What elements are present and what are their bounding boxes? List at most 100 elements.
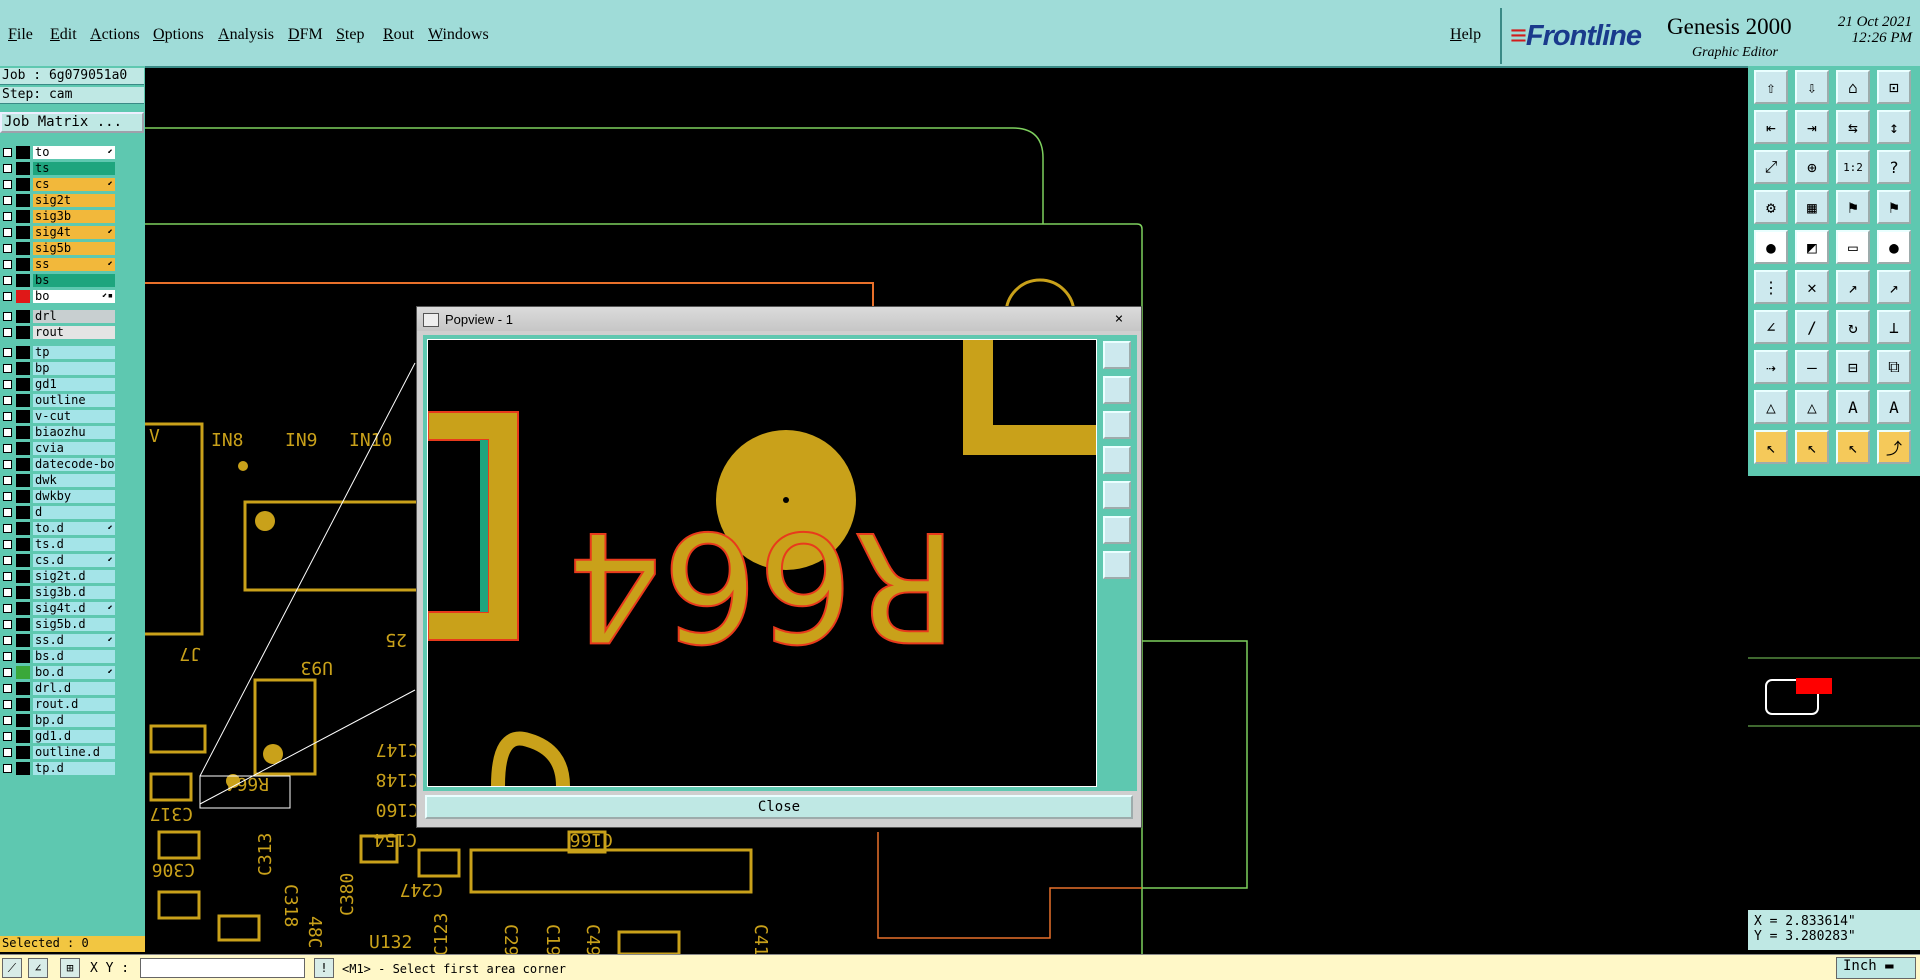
layer-row[interactable]: ss.d ⬋: [0, 633, 118, 648]
layer-checkbox[interactable]: [3, 444, 12, 453]
info-button[interactable]: !: [314, 958, 334, 978]
layer-name[interactable]: rout: [33, 326, 115, 339]
zoom-home-icon[interactable]: [1103, 551, 1131, 579]
layer-name[interactable]: biaozhu: [33, 426, 115, 439]
layer-swatch[interactable]: [16, 378, 30, 391]
layer-name[interactable]: tp.d: [33, 762, 115, 775]
help-icon[interactable]: ?: [1877, 150, 1911, 184]
layer-swatch[interactable]: [16, 714, 30, 727]
layer-checkbox[interactable]: [3, 492, 12, 501]
layer-swatch[interactable]: [16, 554, 30, 567]
layer-name[interactable]: bs.d: [33, 650, 115, 663]
layer-row[interactable]: drl.d: [0, 681, 118, 696]
layer-checkbox[interactable]: [3, 636, 12, 645]
line-icon[interactable]: ▭: [1836, 230, 1870, 264]
draw-icon[interactable]: ⟋: [2, 958, 22, 978]
pan-right-icon[interactable]: ⇥: [1795, 110, 1829, 144]
fit-all-icon[interactable]: ⤢: [1754, 150, 1788, 184]
layer-row[interactable]: to.d ⬋: [0, 521, 118, 536]
layer-row[interactable]: rout: [0, 325, 118, 340]
layer-name[interactable]: drl: [33, 310, 115, 323]
layer-name[interactable]: bp: [33, 362, 115, 375]
layer-icon[interactable]: ⚑: [1836, 190, 1870, 224]
layer-row[interactable]: bo.d ⬋: [0, 665, 118, 680]
layer-swatch[interactable]: [16, 210, 30, 223]
layer-swatch[interactable]: [16, 586, 30, 599]
layer-row[interactable]: bs.d: [0, 649, 118, 664]
layer-checkbox[interactable]: [3, 476, 12, 485]
layer-row[interactable]: rout.d: [0, 697, 118, 712]
popview-canvas[interactable]: R664: [427, 339, 1097, 787]
layer-swatch[interactable]: [16, 474, 30, 487]
layer-checkbox[interactable]: [3, 348, 12, 357]
zoom-area-icon[interactable]: ⊕: [1795, 150, 1829, 184]
layer-swatch[interactable]: [16, 650, 30, 663]
edge-icon[interactable]: /: [1795, 310, 1829, 344]
job-matrix-button[interactable]: Job Matrix ...: [0, 112, 144, 133]
layer-checkbox[interactable]: [3, 620, 12, 629]
layer-swatch[interactable]: [16, 226, 30, 239]
ff-icon[interactable]: ⊥: [1877, 310, 1911, 344]
layer-swatch[interactable]: [16, 538, 30, 551]
menu-windows[interactable]: Windows: [428, 26, 489, 44]
layer-row[interactable]: sig3b.d: [0, 585, 118, 600]
circle-icon[interactable]: ●: [1877, 230, 1911, 264]
layer-name[interactable]: sig4t.d ⬋: [33, 602, 115, 615]
layer-row[interactable]: cvia: [0, 441, 118, 456]
layer-swatch[interactable]: [16, 178, 30, 191]
grid-icon[interactable]: ⊞: [60, 958, 80, 978]
layer-row[interactable]: outline.d: [0, 745, 118, 760]
layer-checkbox[interactable]: [3, 524, 12, 533]
route-icon[interactable]: ⤴: [1877, 430, 1911, 464]
close-button[interactable]: Close: [425, 795, 1133, 819]
triangle-icon[interactable]: △: [1754, 390, 1788, 424]
layer-row[interactable]: sig5b: [0, 241, 118, 256]
layer-swatch[interactable]: [16, 458, 30, 471]
layer-row[interactable]: ss ⬋: [0, 257, 118, 272]
zoom-out-icon[interactable]: ⇩: [1795, 70, 1829, 104]
layer-checkbox[interactable]: [3, 412, 12, 421]
layer-checkbox[interactable]: [3, 244, 12, 253]
layer-row[interactable]: sig5b.d: [0, 617, 118, 632]
layer-swatch[interactable]: [16, 426, 30, 439]
layer-row[interactable]: sig4t ⬋: [0, 225, 118, 240]
layer-row[interactable]: outline: [0, 393, 118, 408]
layer-name[interactable]: ss ⬋: [33, 258, 115, 271]
layer-row[interactable]: dwkby: [0, 489, 118, 504]
layer-row[interactable]: tp: [0, 345, 118, 360]
layer-checkbox[interactable]: [3, 684, 12, 693]
layer-checkbox[interactable]: [3, 700, 12, 709]
layer-checkbox[interactable]: [3, 572, 12, 581]
layer-row[interactable]: to ⬋: [0, 145, 118, 160]
layer-name[interactable]: sig4t ⬋: [33, 226, 115, 239]
layer-swatch[interactable]: [16, 698, 30, 711]
select-icon[interactable]: ↖: [1754, 430, 1788, 464]
layer-checkbox[interactable]: [3, 364, 12, 373]
measure-icon[interactable]: ↕: [1877, 110, 1911, 144]
menu-edit[interactable]: Edit: [50, 26, 77, 44]
layer-checkbox[interactable]: [3, 180, 12, 189]
layer-row[interactable]: bo ⬋▪: [0, 289, 118, 304]
layer-checkbox[interactable]: [3, 508, 12, 517]
layer-name[interactable]: sig2t: [33, 194, 115, 207]
layer-name[interactable]: ts.d: [33, 538, 115, 551]
layer-name[interactable]: cs ⬋: [33, 178, 115, 191]
center-icon[interactable]: ⊟: [1836, 350, 1870, 384]
fit-icon[interactable]: ⊡: [1877, 70, 1911, 104]
text-a2-icon[interactable]: A: [1877, 390, 1911, 424]
layer-name[interactable]: sig2t.d: [33, 570, 115, 583]
layer-row[interactable]: ts.d: [0, 537, 118, 552]
layer-name[interactable]: bp.d: [33, 714, 115, 727]
layer-checkbox[interactable]: [3, 588, 12, 597]
layer-checkbox[interactable]: [3, 732, 12, 741]
zoom-fit-icon[interactable]: [1103, 341, 1131, 369]
layer-checkbox[interactable]: [3, 764, 12, 773]
layer-row[interactable]: drl: [0, 309, 118, 324]
arc-icon[interactable]: ↗: [1877, 270, 1911, 304]
layer-row[interactable]: d: [0, 505, 118, 520]
layer-swatch[interactable]: [16, 730, 30, 743]
layer-checkbox[interactable]: [3, 556, 12, 565]
layer-row[interactable]: sig2t.d: [0, 569, 118, 584]
layer-swatch[interactable]: [16, 602, 30, 615]
layer-name[interactable]: d: [33, 506, 115, 519]
